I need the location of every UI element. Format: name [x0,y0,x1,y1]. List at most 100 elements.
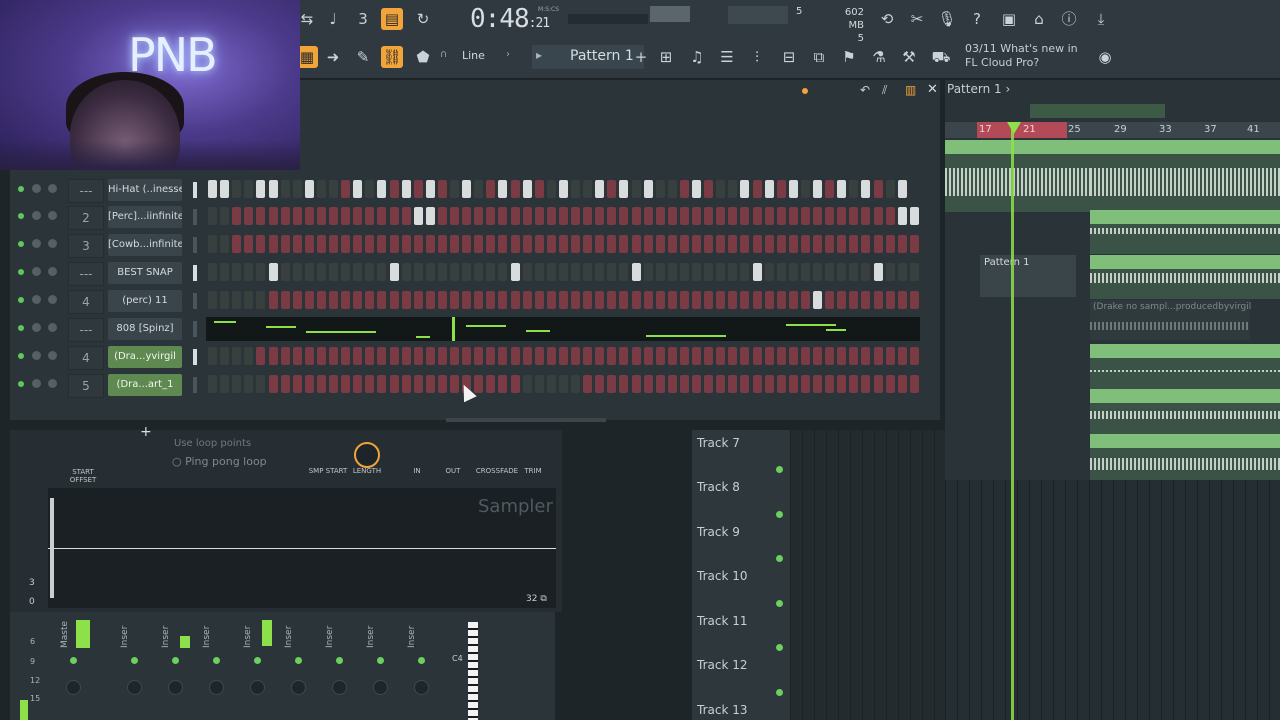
channel-select-indicator[interactable] [193,265,197,281]
step-button[interactable] [704,235,714,253]
step-button[interactable] [885,263,895,281]
step-button[interactable] [292,347,302,365]
step-button[interactable] [534,263,544,281]
rack-undo-icon[interactable]: ↶ [860,83,870,97]
master-volume-slider[interactable] [650,6,690,22]
step-button[interactable] [764,347,774,365]
step-button[interactable] [389,375,399,393]
step-button[interactable] [692,207,701,225]
pattern-clip[interactable]: Pattern 1 [980,255,1076,297]
step-button[interactable] [498,263,508,281]
step-button[interactable] [437,263,447,281]
step-button[interactable] [220,347,230,365]
step-button[interactable] [558,291,568,309]
step-button[interactable] [849,207,859,225]
step-button[interactable] [873,207,883,225]
step-button[interactable] [583,235,593,253]
step-button[interactable] [607,263,617,281]
step-button[interactable] [837,291,847,309]
step-button[interactable] [692,235,701,253]
step-button[interactable] [280,207,290,225]
step-button[interactable] [909,375,919,393]
step-button[interactable] [909,291,919,309]
step-button[interactable] [522,207,532,225]
audio-clip[interactable]: dbyvirgil [945,140,1090,212]
step-button[interactable] [413,347,423,365]
step-button[interactable] [232,263,242,281]
step-button[interactable] [849,180,859,198]
step-button[interactable] [692,347,701,365]
audio-clip[interactable]: (Drake...dbyvirgil [1190,140,1280,212]
step-button[interactable] [788,263,798,281]
step-button[interactable] [256,235,266,253]
step-button[interactable] [486,375,496,393]
plugin-picker-icon[interactable]: ⧉ [808,46,830,68]
step-button[interactable] [316,180,326,198]
step-button[interactable] [498,207,508,225]
step-button[interactable] [861,375,871,393]
step-button[interactable] [619,207,629,225]
step-button[interactable] [292,291,302,309]
step-button[interactable] [897,347,907,365]
step-button[interactable] [268,291,278,309]
step-button[interactable] [885,291,895,309]
step-button[interactable] [304,235,314,253]
step-button[interactable] [643,207,653,225]
step-button[interactable] [486,291,496,309]
mixer-pan-knob[interactable] [414,680,429,695]
step-button[interactable] [437,291,447,309]
channel-pan-knob[interactable] [32,184,41,193]
step-button[interactable] [268,263,278,281]
step-button[interactable] [534,347,544,365]
step-button[interactable] [619,180,629,198]
channel-mixer-track[interactable]: 4 [68,290,104,314]
step-button[interactable] [510,375,520,393]
record-audio-icon[interactable]: 🎙 [936,8,958,30]
step-button[interactable] [510,180,520,198]
step-button[interactable] [329,235,338,253]
audio-clip[interactable]: (Drake...dbyvirgil [1090,344,1190,392]
step-button[interactable] [740,180,750,198]
step-button[interactable] [728,375,738,393]
step-button[interactable] [498,235,508,253]
step-button[interactable] [776,375,786,393]
channel-pan-knob[interactable] [32,351,41,360]
step-button[interactable] [667,180,677,198]
step-button[interactable] [667,375,677,393]
step-button[interactable] [474,291,484,309]
step-button[interactable] [655,263,665,281]
step-button[interactable] [897,180,907,198]
channel-mute-led[interactable] [18,213,24,219]
step-button[interactable] [571,207,580,225]
step-button[interactable] [462,347,472,365]
playlist-scrollbar[interactable] [1030,104,1165,118]
step-button[interactable] [837,375,847,393]
step-button[interactable] [800,235,810,253]
channel-pan-knob[interactable] [32,211,41,220]
step-button[interactable] [437,375,447,393]
step-button[interactable] [425,263,435,281]
add-channel-button[interactable]: + [140,424,152,440]
channel-name-button[interactable]: (perc) 11 [108,290,182,312]
loop-points-option[interactable]: Use loop points [174,438,251,449]
step-button[interactable] [450,291,459,309]
step-button[interactable] [788,375,798,393]
step-button[interactable] [316,207,326,225]
step-button[interactable] [329,347,338,365]
step-button[interactable] [304,180,314,198]
step-button[interactable] [522,263,532,281]
step-button[interactable] [716,235,726,253]
step-button[interactable] [256,207,266,225]
channel-mute-led[interactable] [18,297,24,303]
step-button[interactable] [631,347,641,365]
rack-scrollbar[interactable] [446,418,606,422]
track-label[interactable]: Track 12 [697,658,747,672]
step-button[interactable] [716,180,726,198]
channel-mixer-track[interactable]: --- [68,318,104,342]
step-button[interactable] [474,375,484,393]
step-button[interactable] [849,375,859,393]
step-button[interactable] [655,207,665,225]
step-button[interactable] [740,207,750,225]
step-button[interactable] [377,375,387,393]
step-button[interactable] [849,291,859,309]
